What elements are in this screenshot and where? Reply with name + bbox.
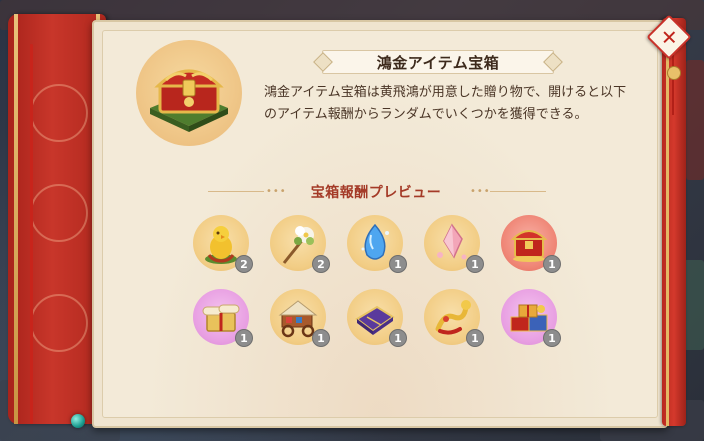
golden-treasure-chest-icon: [150, 69, 228, 132]
close-button[interactable]: ✕: [646, 14, 692, 60]
reward-item-merchant-cart[interactable]: 1: [270, 289, 330, 347]
reward-item-pink-crystal[interactable]: 1: [424, 215, 484, 273]
reward-item-blue-gem[interactable]: 1: [347, 215, 407, 273]
description-line: のアイテム報酬からランダムでいくつかを獲得できる。: [264, 107, 588, 122]
divider-right: [490, 191, 546, 192]
preview-section-title: 宝箱報酬プレビュー: [310, 185, 442, 201]
dialog-title-banner: 鴻金アイテム宝箱: [313, 50, 563, 74]
reward-count-badge: 1: [389, 255, 407, 273]
cloud-pattern: [30, 84, 88, 142]
treasure-chest-image: [136, 40, 242, 146]
close-button-frame: ✕: [646, 14, 692, 60]
reward-count-badge: 2: [312, 255, 330, 273]
background-lantern-column: [686, 60, 704, 180]
close-tassel-knot: [667, 66, 681, 80]
reward-item-flower-hairpin[interactable]: 2: [270, 215, 330, 273]
reward-count-badge: 2: [235, 255, 253, 273]
jade-bead-ornament: [71, 414, 85, 428]
reward-item-red-gift-chest[interactable]: 1: [501, 215, 561, 273]
divider-left: [208, 191, 264, 192]
reward-item-golden-dragon[interactable]: 1: [424, 289, 484, 347]
reward-item-scroll-bundle[interactable]: 1: [193, 289, 253, 347]
divider-dots-left: •••: [266, 186, 287, 197]
reward-item-purple-book-box[interactable]: 1: [347, 289, 407, 347]
close-icon: ✕: [660, 24, 678, 49]
scroll-trim: [14, 14, 18, 424]
divider-dots-right: •••: [470, 186, 491, 197]
reward-count-badge: 1: [466, 329, 484, 347]
tassel-cord: [30, 44, 33, 424]
scroll-trim: [666, 18, 669, 426]
reward-count-badge: 1: [466, 255, 484, 273]
dialog-title: 鴻金アイテム宝箱: [376, 53, 500, 72]
reward-count-badge: 1: [543, 329, 561, 347]
reward-count-badge: 1: [543, 255, 561, 273]
close-tassel-cord: [672, 55, 674, 115]
reward-count-badge: 1: [389, 329, 407, 347]
reward-item-golden-chick[interactable]: 2: [193, 215, 253, 273]
cloud-pattern: [30, 184, 88, 242]
chest-description: 鴻金アイテム宝箱は黄飛鴻が用意した贈り物で、開けると以下 のアイテム報酬からラン…: [264, 82, 654, 126]
reward-item-gift-pile[interactable]: 1: [501, 289, 561, 347]
reward-count-badge: 1: [235, 329, 253, 347]
reward-count-badge: 1: [312, 329, 330, 347]
cloud-pattern: [30, 294, 88, 352]
description-line: 鴻金アイテム宝箱は黄飛鴻が用意した贈り物で、開けると以下: [264, 85, 627, 100]
